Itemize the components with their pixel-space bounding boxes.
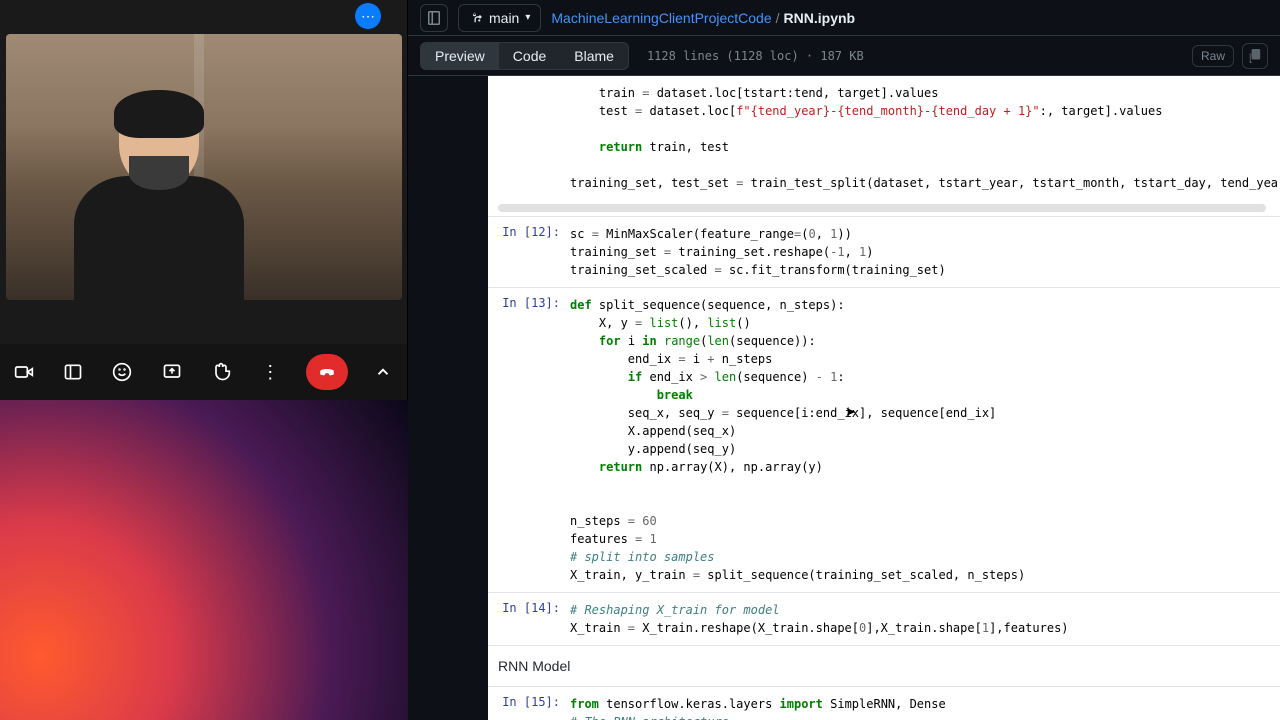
chevron-down-icon: ▾ — [525, 12, 530, 23]
raise-hand-button[interactable] — [207, 355, 234, 389]
code-cell: train = dataset.loc[tstart:tend, target]… — [488, 76, 1280, 200]
cell-code: def split_sequence(sequence, n_steps): X… — [570, 288, 1280, 592]
cell-code: # Reshaping X_train for model X_train = … — [570, 593, 1280, 645]
tab-preview[interactable]: Preview — [421, 43, 499, 69]
tab-code[interactable]: Code — [499, 43, 560, 69]
cell-prompt: In [15]: — [488, 687, 570, 720]
cell-code: from tensorflow.keras.layers import Simp… — [570, 687, 1280, 720]
cell-prompt — [488, 76, 570, 200]
file-toolbar: Preview Code Blame 1128 lines (1128 loc)… — [408, 36, 1280, 76]
layout-button[interactable] — [59, 355, 86, 389]
breadcrumb-separator: / — [776, 10, 780, 26]
sidebar-toggle-button[interactable] — [420, 4, 448, 32]
branch-selector[interactable]: main ▾ — [458, 4, 541, 32]
reactions-button[interactable] — [109, 355, 136, 389]
code-cell: In [12]:sc = MinMaxScaler(feature_range=… — [488, 216, 1280, 287]
call-controls: ⋮ — [0, 344, 407, 400]
code-cell: In [14]:# Reshaping X_train for model X_… — [488, 592, 1280, 645]
github-panel: main ▾ MachineLearningClientProjectCode … — [408, 0, 1280, 720]
video-header: ⋯ — [0, 0, 407, 32]
desktop-wallpaper — [0, 400, 408, 720]
tab-blame[interactable]: Blame — [560, 43, 628, 69]
video-call-panel: ⋯ ⋮ — [0, 0, 408, 720]
cell-prompt: In [12]: — [488, 217, 570, 287]
view-mode-tabs: Preview Code Blame — [420, 42, 629, 70]
horizontal-scrollbar[interactable] — [498, 204, 1266, 212]
branch-icon — [469, 11, 483, 25]
file-header: main ▾ MachineLearningClientProjectCode … — [408, 0, 1280, 36]
breadcrumb-current-file: RNN.ipynb — [784, 10, 856, 26]
share-screen-button[interactable] — [158, 355, 185, 389]
cell-prompt: In [13]: — [488, 288, 570, 592]
cell-code: sc = MinMaxScaler(feature_range=(0, 1)) … — [570, 217, 1280, 287]
copy-icon — [1248, 49, 1262, 63]
markdown-cell: RNN Model — [488, 645, 1280, 686]
copy-button[interactable] — [1242, 43, 1268, 69]
participant-video — [6, 34, 402, 300]
more-controls-button[interactable]: ⋮ — [257, 355, 284, 389]
more-options-button[interactable]: ⋯ — [355, 3, 381, 29]
file-meta: 1128 lines (1128 loc) · 187 KB — [647, 49, 864, 63]
breadcrumb-repo-link[interactable]: MachineLearningClientProjectCode — [551, 10, 771, 26]
notebook-viewer[interactable]: train = dataset.loc[tstart:tend, target]… — [408, 76, 1280, 720]
branch-name: main — [489, 10, 519, 26]
code-cell: In [15]:from tensorflow.keras.layers imp… — [488, 686, 1280, 720]
code-cell: In [13]:def split_sequence(sequence, n_s… — [488, 287, 1280, 592]
camera-toggle-button[interactable] — [10, 355, 37, 389]
expand-button[interactable] — [370, 355, 397, 389]
breadcrumb: MachineLearningClientProjectCode / RNN.i… — [551, 10, 855, 26]
cell-prompt: In [14]: — [488, 593, 570, 645]
cell-code: train = dataset.loc[tstart:tend, target]… — [570, 76, 1280, 200]
raw-button[interactable]: Raw — [1192, 45, 1234, 67]
hangup-button[interactable] — [306, 354, 348, 390]
person-silhouette — [74, 98, 244, 300]
